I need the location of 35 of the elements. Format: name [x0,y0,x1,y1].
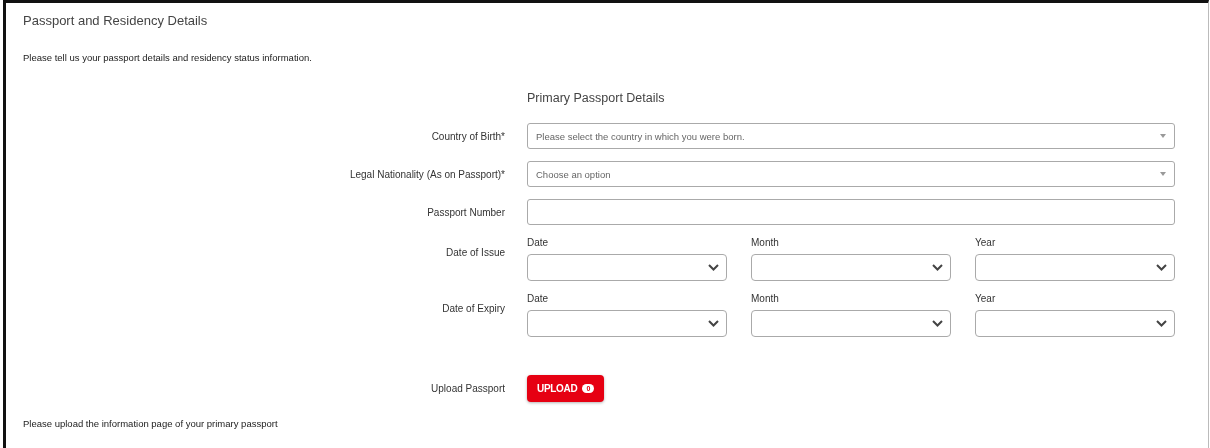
chevron-down-icon [1156,264,1167,271]
dropdown-field[interactable] [527,254,727,281]
field-label: Date of Issue [445,246,505,258]
help-text: Please upload the information page of your primary passport [23,418,279,429]
dropdown-arrow-icon [1160,134,1166,138]
dropdown-arrow-icon [1160,172,1166,176]
dropdown-field[interactable] [975,310,1175,337]
section-title: Passport and Residency Details [23,13,209,28]
placeholder-text: Choose an option [536,168,611,180]
field-label: Month [751,237,780,248]
dropdown-field[interactable] [751,254,951,281]
field-label: Year [975,237,997,248]
chevron-down-icon [1156,320,1167,327]
field-label: Passport Number [426,206,505,218]
field-label: Date [527,237,550,248]
dropdown-field[interactable]: Please select the country in which you were born. [527,123,1175,149]
placeholder-text: Please select the country in which you were born. [536,130,745,142]
dropdown-field[interactable]: Choose an option [527,161,1175,187]
chevron-down-icon [932,320,943,327]
chevron-down-icon [708,320,719,327]
field-label: Date [527,293,550,304]
field-label: Country of Birth* [430,130,505,142]
intro-text: Please tell us your passport details and residency status information. [23,52,313,63]
chevron-down-icon [708,264,719,271]
dropdown-field[interactable] [751,310,951,337]
field-label: Legal Nationality (As on Passport)* [348,168,505,180]
field-label: Upload Passport [430,383,505,394]
dropdown-field[interactable] [975,254,1175,281]
subsection-heading: Primary Passport Details [527,91,666,105]
field-label: Year [975,293,997,304]
input-field[interactable] [527,199,1175,225]
dropdown-field[interactable] [527,310,727,337]
field-label: Date of Expiry [441,302,505,314]
chevron-down-icon [932,264,943,271]
field-label: Month [751,293,780,304]
